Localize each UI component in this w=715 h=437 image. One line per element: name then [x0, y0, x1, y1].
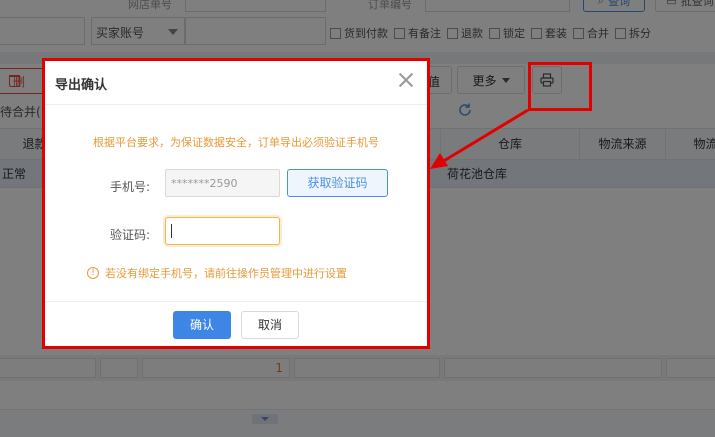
- phone-label: 手机号:: [109, 180, 150, 194]
- code-label: 验证码:: [109, 228, 150, 242]
- dialog-title: 导出确认: [55, 78, 108, 93]
- close-icon[interactable]: [397, 71, 415, 89]
- dialog-header: 导出确认: [45, 61, 427, 105]
- tip-text: 若没有绑定手机号，请前往操作员管理中进行设置: [105, 267, 347, 280]
- get-code-button[interactable]: 获取验证码: [287, 169, 388, 197]
- phone-value: *******2590: [171, 177, 238, 190]
- phone-field: *******2590: [165, 169, 280, 197]
- confirm-button[interactable]: 确认: [173, 311, 231, 339]
- verification-code-input[interactable]: [165, 217, 280, 245]
- export-confirm-dialog: 导出确认 根据平台要求，为保证数据安全，订单导出必须验证手机号 手机号: ***…: [42, 58, 430, 349]
- dialog-tip: ! 若没有绑定手机号，请前往操作员管理中进行设置: [87, 265, 347, 281]
- dialog-notice: 根据平台要求，为保证数据安全，订单导出必须验证手机号: [93, 136, 379, 149]
- dialog-footer: 确认 取消: [45, 301, 427, 346]
- print-highlight-box: [528, 62, 592, 111]
- info-icon: !: [87, 267, 99, 279]
- cancel-button[interactable]: 取消: [241, 311, 299, 339]
